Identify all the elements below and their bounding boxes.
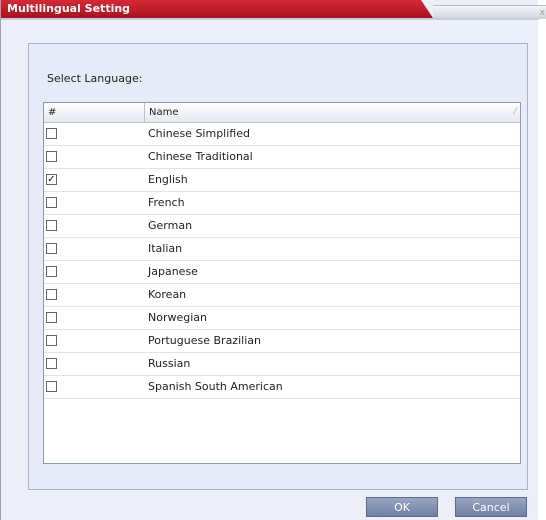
dialog-window: Multilingual Setting x Select Language: … [0,0,546,520]
close-icon[interactable]: x [540,8,545,18]
language-checkbox[interactable]: ✓ [46,174,57,185]
ok-button[interactable]: OK [366,497,438,517]
table-row[interactable]: Korean [44,284,520,307]
table-row[interactable]: Portuguese Brazilian [44,330,520,353]
language-checkbox[interactable] [46,220,57,231]
language-name: Chinese Traditional [148,150,253,163]
language-checkbox[interactable] [46,128,57,139]
language-checkbox[interactable] [46,381,57,392]
table-row[interactable]: German [44,215,520,238]
language-name: Korean [148,288,187,301]
select-language-label: Select Language: [47,72,143,85]
table-row[interactable]: Russian [44,353,520,376]
column-header-name-label: Name [149,107,179,118]
language-name: Norwegian [148,311,207,324]
sort-icon: ⁄ [514,107,516,117]
table-row[interactable]: Japanese [44,261,520,284]
grid-header: # Name ⁄ [44,103,520,123]
language-checkbox[interactable] [46,312,57,323]
language-name: Spanish South American [148,380,283,393]
title-tab: Multilingual Setting [1,0,433,18]
language-name: English [148,173,188,186]
language-name: Portuguese Brazilian [148,334,261,347]
language-name: Russian [148,357,191,370]
title-bar: Multilingual Setting x [1,0,546,19]
language-name: German [148,219,193,232]
language-grid: # Name ⁄ Chinese Simplified Chinese Tradi… [43,102,521,464]
dialog-title: Multilingual Setting [7,2,131,15]
language-checkbox[interactable] [46,335,57,346]
language-name: Chinese Simplified [148,127,250,140]
title-bar-rest: x [433,5,546,19]
table-row[interactable]: Chinese Traditional [44,146,520,169]
table-row[interactable]: Italian [44,238,520,261]
table-row[interactable]: Norwegian [44,307,520,330]
language-name: French [148,196,185,209]
language-checkbox[interactable] [46,358,57,369]
language-name: Italian [148,242,183,255]
language-checkbox[interactable] [46,197,57,208]
language-checkbox[interactable] [46,289,57,300]
table-row[interactable]: Spanish South American [44,376,520,399]
language-checkbox[interactable] [46,243,57,254]
language-checkbox[interactable] [46,151,57,162]
table-row[interactable]: Chinese Simplified [44,123,520,146]
title-underline [1,18,539,20]
cancel-button[interactable]: Cancel [455,497,527,517]
column-header-name[interactable]: Name ⁄ [144,103,520,122]
language-name: Japanese [148,265,198,278]
table-row[interactable]: ✓ English [44,169,520,192]
language-checkbox[interactable] [46,266,57,277]
column-header-number[interactable]: # [48,103,140,122]
table-row[interactable]: French [44,192,520,215]
